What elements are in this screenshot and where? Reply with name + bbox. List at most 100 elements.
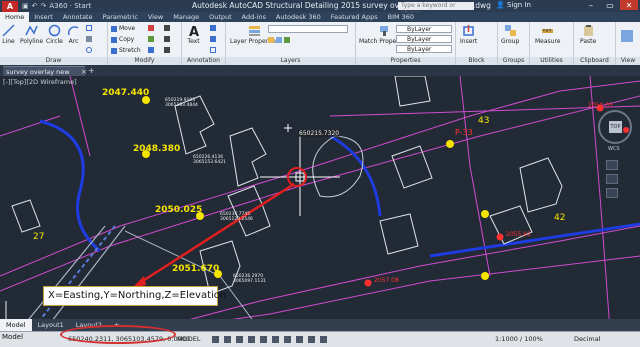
arc-label: Arc <box>68 38 79 45</box>
ortho-icon[interactable] <box>236 336 243 343</box>
crosshair-cursor <box>260 136 340 216</box>
tab-featured-apps[interactable]: Featured Apps <box>326 12 383 22</box>
offset-icon[interactable] <box>164 47 170 53</box>
parcel-label: P-33 <box>455 128 473 137</box>
draw-panel-title[interactable]: Draw <box>0 57 107 65</box>
circle-tool[interactable]: Circle <box>46 24 63 45</box>
units-dropdown[interactable]: Decimal <box>574 335 601 343</box>
groups-panel: Group Groups <box>498 22 530 65</box>
clipboard-panel-title[interactable]: Clipboard <box>574 57 615 65</box>
color-combo[interactable]: ByLayer <box>396 25 452 33</box>
osnap-icon[interactable] <box>260 336 267 343</box>
stretch-tool[interactable]: Stretch <box>111 47 141 54</box>
table-icon[interactable] <box>210 47 216 53</box>
lineweight-icon[interactable] <box>284 336 291 343</box>
layer-dropdown[interactable] <box>268 25 348 33</box>
snap-icon[interactable] <box>224 336 231 343</box>
block-panel-title[interactable]: Block <box>456 57 497 65</box>
paste-tool[interactable]: Paste <box>580 24 596 45</box>
view-tool-icon[interactable] <box>621 30 633 42</box>
minimize-button[interactable]: – <box>582 0 600 10</box>
app-logo[interactable]: A <box>2 0 18 12</box>
move-label: Move <box>119 25 136 32</box>
undo-icon[interactable]: ↶ <box>32 2 38 10</box>
insert-tool[interactable]: Insert <box>460 24 477 45</box>
group-tool[interactable]: Group <box>501 24 519 45</box>
annotation-visibility-icon[interactable] <box>320 336 327 343</box>
search-input[interactable]: Type a keyword or phrase <box>398 2 474 17</box>
polyline-tool[interactable]: Polyline <box>20 24 43 45</box>
maximize-button[interactable]: ▭ <box>601 0 619 10</box>
dimension-icon[interactable] <box>210 25 216 31</box>
close-button[interactable]: ✕ <box>620 0 638 10</box>
mirror-icon[interactable] <box>148 36 154 42</box>
model-tab-label[interactable]: Model <box>2 333 23 341</box>
window-controls: – ▭ ✕ <box>582 0 638 10</box>
copy-tool[interactable]: Copy <box>111 36 134 43</box>
ribbon: Line Polyline Circle Arc Draw Move Copy … <box>0 22 640 65</box>
redo-icon[interactable]: ↷ <box>41 2 47 10</box>
tab-autodesk-360[interactable]: Autodesk 360 <box>271 12 326 22</box>
viewcube-top-face[interactable]: TOP <box>609 121 622 133</box>
layer-tools-icon[interactable] <box>268 37 290 43</box>
utilities-panel-title[interactable]: Utilities <box>530 57 573 65</box>
sign-in-link[interactable]: 👤 Sign In <box>496 1 531 9</box>
tab-model[interactable]: Model <box>0 319 32 331</box>
groups-panel-title[interactable]: Groups <box>498 57 529 65</box>
polyline-label: Polyline <box>20 38 44 45</box>
tab-layout1[interactable]: Layout1 <box>32 319 70 331</box>
selection-cycling-icon[interactable] <box>308 336 315 343</box>
stretch-icon <box>111 47 117 54</box>
tab-manage[interactable]: Manage <box>168 12 204 22</box>
hatch-icon[interactable] <box>86 36 92 42</box>
lineweight-combo[interactable]: ByLayer <box>396 45 452 53</box>
measure-icon <box>542 29 554 33</box>
pan-icon[interactable] <box>606 160 618 170</box>
tab-bim-360[interactable]: BIM 360 <box>383 12 419 22</box>
rectangle-icon[interactable] <box>86 25 92 31</box>
otrack-icon[interactable] <box>272 336 279 343</box>
measure-label: Measure <box>535 38 561 45</box>
model-space-button[interactable]: MODEL <box>177 335 200 343</box>
properties-panel-title[interactable]: Properties <box>356 57 455 65</box>
new-tab-icon[interactable]: + <box>88 65 95 76</box>
tab-insert[interactable]: Insert <box>29 12 58 22</box>
document-tab[interactable]: survey overlay new boundary*× <box>3 66 87 86</box>
tab-output[interactable]: Output <box>204 12 237 22</box>
elevation-label: 2051.670 <box>172 264 220 274</box>
start-tab[interactable]: A360 · Start <box>49 2 91 10</box>
orbit-icon[interactable] <box>606 188 618 198</box>
tab-parametric[interactable]: Parametric <box>98 12 143 22</box>
move-tool[interactable]: Move <box>111 25 135 32</box>
arc-tool[interactable]: Arc <box>67 24 80 45</box>
view-panel-title[interactable]: View <box>616 57 640 65</box>
ellipse-icon[interactable] <box>86 47 92 53</box>
viewport-label[interactable]: [-][Top][2D Wireframe] <box>3 78 77 86</box>
layers-panel-title[interactable]: Layers <box>226 57 355 65</box>
modify-panel-title[interactable]: Modify <box>108 57 181 65</box>
erase-icon[interactable] <box>164 25 170 31</box>
tab-add-ins[interactable]: Add-ins <box>237 12 271 22</box>
annotation-panel-title[interactable]: Annotation <box>182 57 225 65</box>
save-icon[interactable]: ▣ <box>22 2 29 10</box>
tab-annotate[interactable]: Annotate <box>58 12 98 22</box>
explode-icon[interactable] <box>164 36 170 42</box>
annotation-scale[interactable]: 1:1000 / 100% <box>495 335 543 343</box>
transparency-icon[interactable] <box>296 336 303 343</box>
properties-panel: Match Properties ByLayer ByLayer ByLayer… <box>356 22 456 65</box>
grid-icon[interactable] <box>212 336 219 343</box>
tab-home[interactable]: Home <box>0 12 30 22</box>
wcs-label[interactable]: WCS <box>608 146 620 152</box>
trim-icon[interactable] <box>148 25 154 31</box>
linetype-combo[interactable]: ByLayer <box>396 35 452 43</box>
tab-view[interactable]: View <box>143 12 168 22</box>
viewcube[interactable]: TOP <box>598 110 632 144</box>
zoom-icon[interactable] <box>606 174 618 184</box>
leader-icon[interactable] <box>210 36 216 42</box>
polar-icon[interactable] <box>248 336 255 343</box>
text-tool[interactable]: A Text <box>187 24 200 45</box>
cursor-coordinate-tooltip: 650215.7320 <box>298 130 341 137</box>
scale-icon[interactable] <box>148 47 154 53</box>
line-tool[interactable]: Line <box>2 24 15 45</box>
measure-tool[interactable]: Measure <box>535 24 561 45</box>
